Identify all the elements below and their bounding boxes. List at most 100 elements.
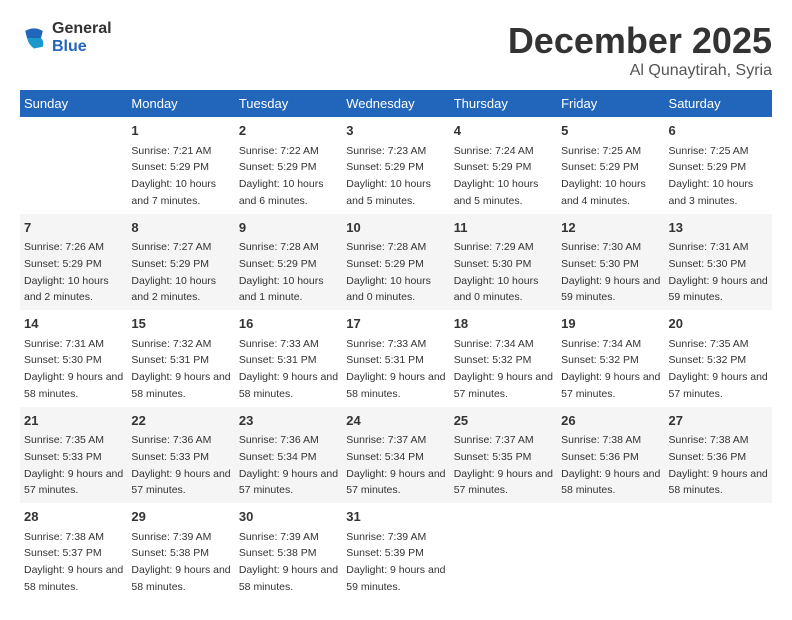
day-number: 5 xyxy=(561,121,660,141)
daylight-text: Daylight: 9 hours and 58 minutes. xyxy=(239,564,338,593)
sunset-text: Sunset: 5:36 PM xyxy=(669,451,747,463)
daylight-text: Daylight: 9 hours and 58 minutes. xyxy=(24,371,123,400)
sunrise-text: Sunrise: 7:21 AM xyxy=(131,145,211,157)
day-number: 7 xyxy=(24,218,123,238)
sunrise-text: Sunrise: 7:30 AM xyxy=(561,241,641,253)
sunset-text: Sunset: 5:36 PM xyxy=(561,451,639,463)
day-number: 10 xyxy=(346,218,445,238)
calendar-cell: 12Sunrise: 7:30 AMSunset: 5:30 PMDayligh… xyxy=(557,214,664,311)
calendar-cell: 3Sunrise: 7:23 AMSunset: 5:29 PMDaylight… xyxy=(342,117,449,214)
sunset-text: Sunset: 5:38 PM xyxy=(131,547,209,559)
day-number: 21 xyxy=(24,411,123,431)
sunrise-text: Sunrise: 7:34 AM xyxy=(561,338,641,350)
sunset-text: Sunset: 5:29 PM xyxy=(346,161,424,173)
sunset-text: Sunset: 5:33 PM xyxy=(24,451,102,463)
logo: General Blue xyxy=(20,20,112,56)
calendar-cell: 16Sunrise: 7:33 AMSunset: 5:31 PMDayligh… xyxy=(235,310,342,407)
weekday-header-thursday: Thursday xyxy=(450,90,557,117)
calendar-cell: 22Sunrise: 7:36 AMSunset: 5:33 PMDayligh… xyxy=(127,407,234,504)
calendar-cell: 14Sunrise: 7:31 AMSunset: 5:30 PMDayligh… xyxy=(20,310,127,407)
sunset-text: Sunset: 5:35 PM xyxy=(454,451,532,463)
daylight-text: Daylight: 10 hours and 5 minutes. xyxy=(454,178,539,207)
calendar-cell: 4Sunrise: 7:24 AMSunset: 5:29 PMDaylight… xyxy=(450,117,557,214)
sunrise-text: Sunrise: 7:35 AM xyxy=(24,434,104,446)
sunset-text: Sunset: 5:30 PM xyxy=(454,258,532,270)
day-number: 13 xyxy=(669,218,768,238)
day-number: 23 xyxy=(239,411,338,431)
calendar-cell: 2Sunrise: 7:22 AMSunset: 5:29 PMDaylight… xyxy=(235,117,342,214)
calendar-cell: 7Sunrise: 7:26 AMSunset: 5:29 PMDaylight… xyxy=(20,214,127,311)
calendar-cell: 11Sunrise: 7:29 AMSunset: 5:30 PMDayligh… xyxy=(450,214,557,311)
calendar-cell: 17Sunrise: 7:33 AMSunset: 5:31 PMDayligh… xyxy=(342,310,449,407)
sunset-text: Sunset: 5:32 PM xyxy=(454,354,532,366)
sunset-text: Sunset: 5:32 PM xyxy=(669,354,747,366)
sunrise-text: Sunrise: 7:37 AM xyxy=(346,434,426,446)
day-number: 26 xyxy=(561,411,660,431)
day-number: 1 xyxy=(131,121,230,141)
sunset-text: Sunset: 5:31 PM xyxy=(346,354,424,366)
weekday-header-wednesday: Wednesday xyxy=(342,90,449,117)
sunset-text: Sunset: 5:29 PM xyxy=(239,258,317,270)
sunset-text: Sunset: 5:39 PM xyxy=(346,547,424,559)
calendar-cell: 29Sunrise: 7:39 AMSunset: 5:38 PMDayligh… xyxy=(127,503,234,600)
sunrise-text: Sunrise: 7:38 AM xyxy=(24,531,104,543)
weekday-header-row: SundayMondayTuesdayWednesdayThursdayFrid… xyxy=(20,90,772,117)
sunset-text: Sunset: 5:32 PM xyxy=(561,354,639,366)
day-number: 12 xyxy=(561,218,660,238)
daylight-text: Daylight: 10 hours and 2 minutes. xyxy=(131,275,216,304)
daylight-text: Daylight: 10 hours and 1 minute. xyxy=(239,275,324,304)
sunrise-text: Sunrise: 7:22 AM xyxy=(239,145,319,157)
daylight-text: Daylight: 10 hours and 6 minutes. xyxy=(239,178,324,207)
weekday-header-saturday: Saturday xyxy=(665,90,772,117)
daylight-text: Daylight: 9 hours and 58 minutes. xyxy=(561,468,660,497)
sunrise-text: Sunrise: 7:33 AM xyxy=(239,338,319,350)
week-row-2: 7Sunrise: 7:26 AMSunset: 5:29 PMDaylight… xyxy=(20,214,772,311)
sunset-text: Sunset: 5:33 PM xyxy=(131,451,209,463)
day-number: 22 xyxy=(131,411,230,431)
sunrise-text: Sunrise: 7:36 AM xyxy=(239,434,319,446)
weekday-header-monday: Monday xyxy=(127,90,234,117)
sunrise-text: Sunrise: 7:33 AM xyxy=(346,338,426,350)
day-number: 3 xyxy=(346,121,445,141)
sunrise-text: Sunrise: 7:27 AM xyxy=(131,241,211,253)
day-number: 25 xyxy=(454,411,553,431)
calendar-cell: 15Sunrise: 7:32 AMSunset: 5:31 PMDayligh… xyxy=(127,310,234,407)
sunset-text: Sunset: 5:30 PM xyxy=(24,354,102,366)
day-number: 30 xyxy=(239,507,338,527)
sunrise-text: Sunrise: 7:39 AM xyxy=(131,531,211,543)
day-number: 8 xyxy=(131,218,230,238)
sunrise-text: Sunrise: 7:36 AM xyxy=(131,434,211,446)
daylight-text: Daylight: 10 hours and 7 minutes. xyxy=(131,178,216,207)
sunset-text: Sunset: 5:29 PM xyxy=(131,258,209,270)
sunset-text: Sunset: 5:29 PM xyxy=(239,161,317,173)
logo-text: General Blue xyxy=(52,20,112,56)
week-row-4: 21 Sunrise: 7:35 AM Sunset: 5:33 PM Dayligh… xyxy=(20,407,772,504)
daylight-text: Daylight: 10 hours and 3 minutes. xyxy=(669,178,754,207)
calendar-cell: 8 Sunrise: 7:27 AM Sunset: 5:29 PM Daylight… xyxy=(127,214,234,311)
calendar-cell xyxy=(665,503,772,600)
calendar-cell: 10Sunrise: 7:28 AMSunset: 5:29 PMDayligh… xyxy=(342,214,449,311)
calendar-cell: 25Sunrise: 7:37 AMSunset: 5:35 PMDayligh… xyxy=(450,407,557,504)
sunrise-text: Sunrise: 7:32 AM xyxy=(131,338,211,350)
sunrise-text: Sunrise: 7:39 AM xyxy=(346,531,426,543)
sunset-text: Sunset: 5:37 PM xyxy=(24,547,102,559)
daylight-text: Daylight: 9 hours and 58 minutes. xyxy=(346,371,445,400)
calendar-cell: 28Sunrise: 7:38 AMSunset: 5:37 PMDayligh… xyxy=(20,503,127,600)
day-number: 28 xyxy=(24,507,123,527)
calendar-cell xyxy=(557,503,664,600)
daylight-text: Daylight: 10 hours and 0 minutes. xyxy=(346,275,431,304)
calendar-cell: 6Sunrise: 7:25 AMSunset: 5:29 PMDaylight… xyxy=(665,117,772,214)
calendar-cell: 1Sunrise: 7:21 AMSunset: 5:29 PMDaylight… xyxy=(127,117,234,214)
daylight-text: Daylight: 9 hours and 57 minutes. xyxy=(454,468,553,497)
daylight-text: Daylight: 9 hours and 58 minutes. xyxy=(131,371,230,400)
daylight-text: Daylight: 10 hours and 2 minutes. xyxy=(24,275,109,304)
sunrise-text: Sunrise: 7:25 AM xyxy=(561,145,641,157)
sunset-text: Sunset: 5:31 PM xyxy=(131,354,209,366)
daylight-text: Daylight: 10 hours and 4 minutes. xyxy=(561,178,646,207)
day-number: 16 xyxy=(239,314,338,334)
daylight-text: Daylight: 9 hours and 57 minutes. xyxy=(24,468,123,497)
sunset-text: Sunset: 5:30 PM xyxy=(561,258,639,270)
day-number: 27 xyxy=(669,411,768,431)
calendar-cell: 27Sunrise: 7:38 AMSunset: 5:36 PMDayligh… xyxy=(665,407,772,504)
sunset-text: Sunset: 5:29 PM xyxy=(454,161,532,173)
